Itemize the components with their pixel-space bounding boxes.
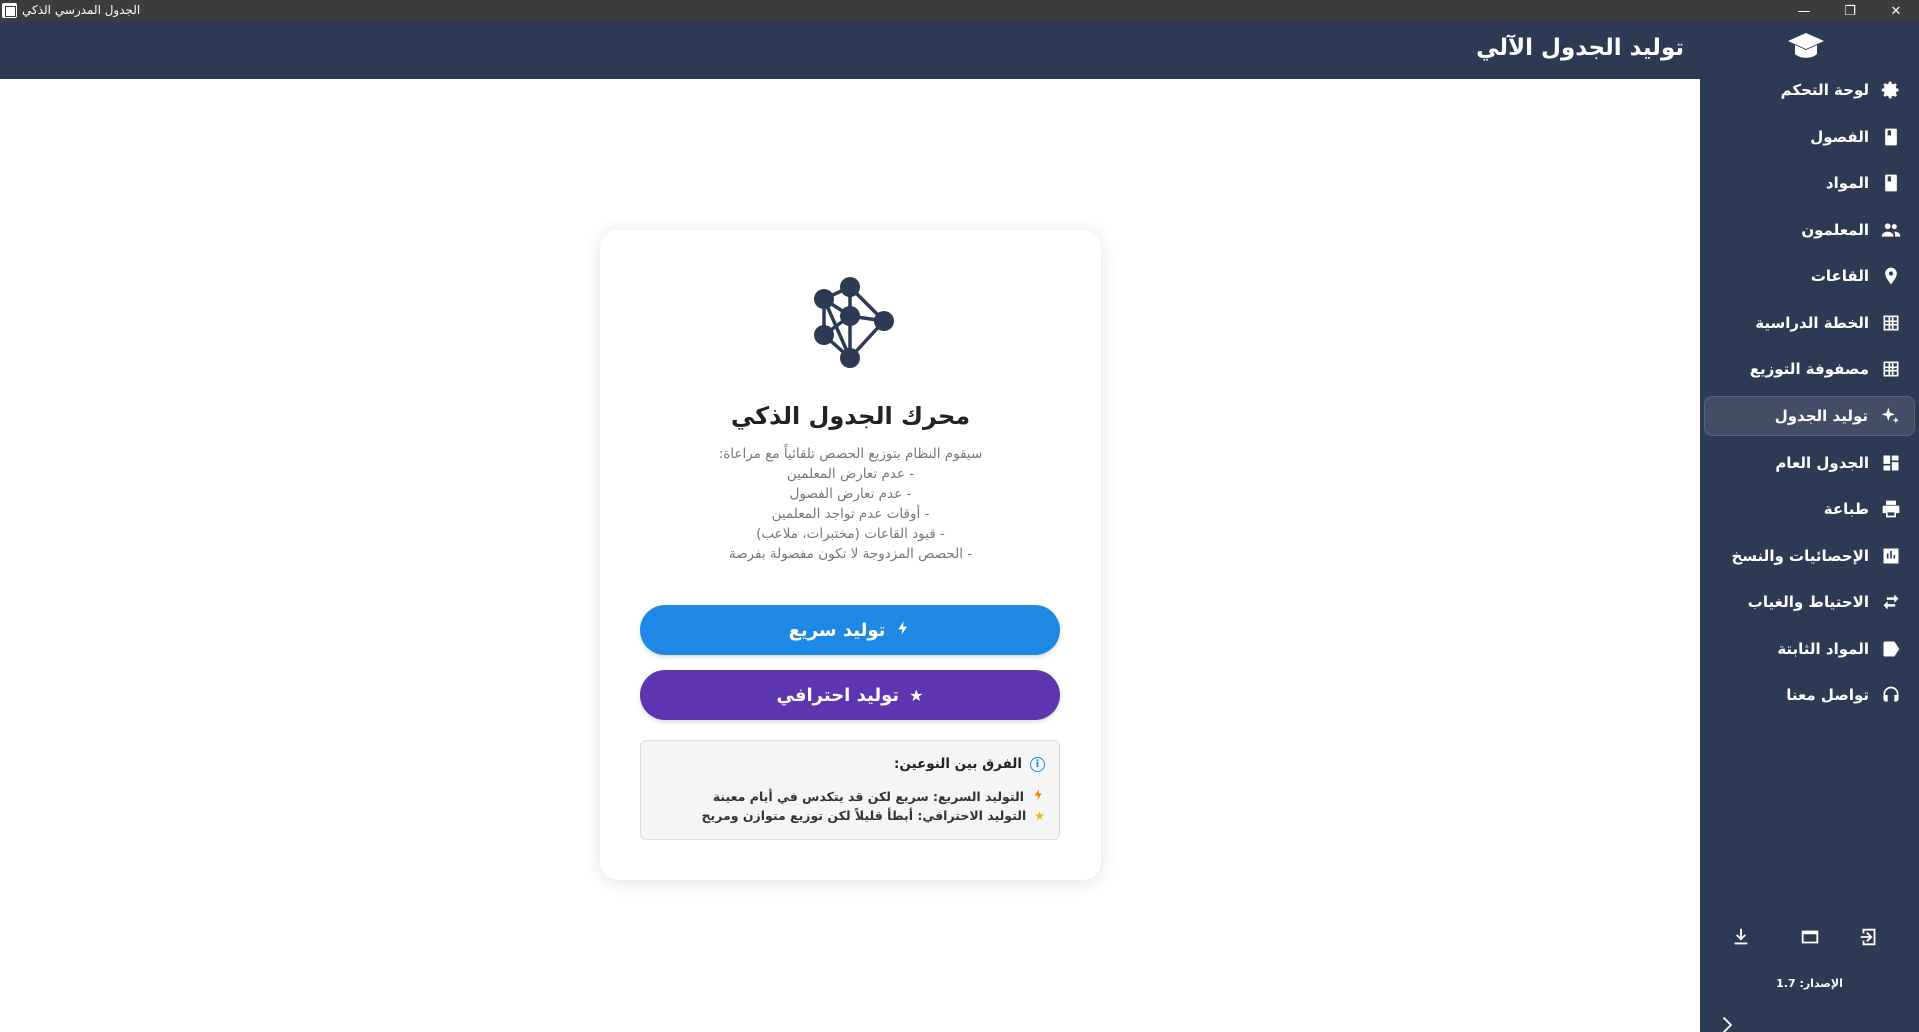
info-fast-text: التوليد السريع: سريع لكن قد يتكدس في أيا… [712, 788, 1024, 804]
book-icon [1881, 127, 1901, 147]
bolt-icon [1032, 788, 1045, 804]
tag-icon [1881, 639, 1901, 659]
generator-card: محرك الجدول الذكي سيقوم النظام بتوزيع ال… [600, 230, 1101, 880]
swap-icon [1881, 592, 1901, 612]
headset-icon [1881, 685, 1901, 705]
info-pro-text: التوليد الاحترافي: أبطأ قليلاً لكن توزيع… [701, 808, 1027, 823]
fast-generate-label: توليد سريع [788, 619, 886, 641]
sidebar-item-5[interactable]: الخطة الدراسية [1704, 303, 1915, 343]
info-fast-line: التوليد السريع: سريع لكن قد يتكدس في أيا… [713, 788, 1045, 804]
sidebar-item-2[interactable]: المواد [1704, 163, 1915, 203]
sidebar-item-12[interactable]: المواد الثابتة [1704, 629, 1915, 669]
sidebar-item-label: القاعات [1810, 267, 1869, 285]
sparkle-icon [1880, 406, 1900, 426]
chevron-right-icon[interactable] [1714, 1010, 1738, 1032]
info-box: i الفرق بين النوعين: التوليد السريع: سري… [640, 740, 1060, 840]
app-icon [2, 3, 17, 18]
printer-icon [1881, 499, 1901, 519]
sidebar-item-10[interactable]: الإحصائيات والنسخ [1704, 536, 1915, 576]
info-heading: i الفرق بين النوعين: [894, 756, 1045, 772]
description-line: - قيود القاعات (مختبرات، ملاعب) [756, 526, 945, 542]
window-icon[interactable] [1794, 921, 1826, 953]
chart-icon [1881, 546, 1901, 566]
network-graph-icon [800, 272, 900, 372]
sidebar: لوحة التحكم الفصول المواد المعلمون القاعات ال… [1700, 22, 1919, 1032]
sidebar-item-11[interactable]: الاحتياط والغياب [1704, 582, 1915, 622]
maximize-button[interactable]: ❐ [1827, 0, 1873, 22]
bolt-icon [895, 620, 911, 640]
sidebar-item-8[interactable]: الجدول العام [1704, 443, 1915, 483]
fast-generate-button[interactable]: توليد سريع [640, 605, 1060, 655]
sidebar-item-4[interactable]: القاعات [1704, 256, 1915, 296]
info-pro-line: ★ التوليد الاحترافي: أبطأ قليلاً لكن توز… [702, 808, 1045, 823]
window-title-bar: الجدول المدرسي الذكي — ❐ ✕ [0, 0, 1919, 22]
people-icon [1881, 220, 1901, 240]
sidebar-item-label: تواصل معنا [1786, 686, 1869, 704]
window-title: الجدول المدرسي الذكي [22, 3, 141, 17]
info-title: الفرق بين النوعين: [894, 756, 1022, 772]
gear-icon [1881, 80, 1901, 100]
sidebar-item-label: المواد الثابتة [1777, 640, 1869, 658]
sidebar-item-7[interactable]: توليد الجدول [1704, 396, 1915, 436]
top-header: توليد الجدول الآلي [0, 22, 1700, 79]
description-line: - أوقات عدم تواجد المعلمين [771, 506, 930, 522]
sidebar-item-label: الفصول [1810, 128, 1869, 146]
sidebar-item-3[interactable]: المعلمون [1704, 210, 1915, 250]
info-icon: i [1030, 756, 1045, 772]
page-title: توليد الجدول الآلي [1476, 35, 1684, 61]
description-line: - عدم تعارض الفصول [789, 486, 912, 502]
sidebar-item-0[interactable]: لوحة التحكم [1704, 70, 1915, 110]
sidebar-item-label: مصفوفة التوزيع [1749, 360, 1869, 378]
sidebar-item-label: المواد [1825, 174, 1869, 192]
star-icon: ★ [909, 685, 924, 705]
sidebar-item-label: لوحة التحكم [1780, 81, 1869, 99]
pro-generate-button[interactable]: ★ توليد احترافي [640, 670, 1060, 720]
description-line: - الحصص المزدوجة لا تكون مفصولة بفرصة [728, 546, 973, 562]
description-line: سيقوم النظام بتوزيع الحصص تلقائياً مع مر… [718, 446, 983, 462]
close-button[interactable]: ✕ [1873, 0, 1919, 22]
description: سيقوم النظام بتوزيع الحصص تلقائياً مع مر… [600, 444, 1101, 564]
sidebar-item-label: الخطة الدراسية [1755, 314, 1869, 332]
sidebar-item-label: توليد الجدول [1774, 407, 1868, 425]
location-pin-icon [1881, 266, 1901, 286]
sidebar-item-label: الجدول العام [1775, 454, 1869, 472]
minimize-button[interactable]: — [1781, 0, 1827, 22]
book-icon [1881, 173, 1901, 193]
card-title: محرك الجدول الذكي [730, 402, 971, 430]
grid-icon [1881, 359, 1901, 379]
version-label: الإصدار: 1.7 [1776, 977, 1843, 990]
download-icon[interactable] [1725, 921, 1757, 953]
grid-icon [1881, 313, 1901, 333]
sidebar-item-6[interactable]: مصفوفة التوزيع [1704, 349, 1915, 389]
sidebar-item-9[interactable]: طباعة [1704, 489, 1915, 529]
pro-generate-label: توليد احترافي [776, 684, 900, 706]
login-icon[interactable] [1853, 921, 1885, 953]
description-line: - عدم تعارض المعلمين [786, 466, 915, 482]
sidebar-item-label: الاحتياط والغياب [1747, 593, 1869, 611]
star-icon: ★ [1034, 808, 1045, 823]
sidebar-item-label: طباعة [1823, 500, 1869, 518]
graduation-cap-icon [1786, 30, 1826, 64]
sidebar-item-label: المعلمون [1801, 221, 1869, 239]
sidebar-item-13[interactable]: تواصل معنا [1704, 675, 1915, 715]
sidebar-item-1[interactable]: الفصول [1704, 117, 1915, 157]
sidebar-item-label: الإحصائيات والنسخ [1731, 547, 1869, 565]
dashboard-icon [1881, 453, 1901, 473]
